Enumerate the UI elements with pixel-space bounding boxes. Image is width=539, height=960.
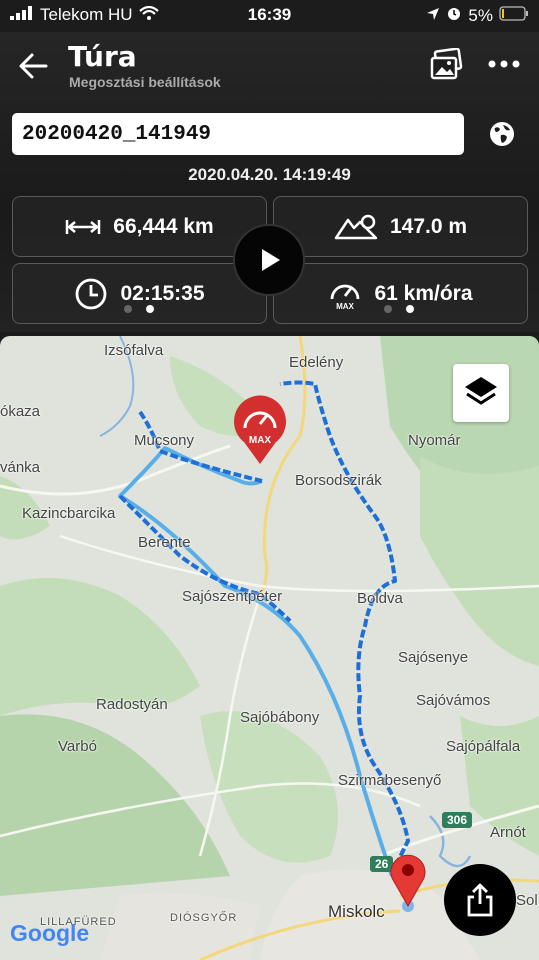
place-label: Sajósenye xyxy=(398,649,469,666)
page-dot[interactable] xyxy=(384,305,392,313)
place-label: Kazincbarcika xyxy=(22,505,116,522)
photo-icon xyxy=(430,47,463,80)
track-datetime: 2020.04.20. 14:19:49 xyxy=(188,165,351,184)
status-bar: Telekom HU 16:39 5% xyxy=(0,0,539,32)
layers-icon xyxy=(465,377,497,405)
place-label: Miskolc xyxy=(328,902,385,921)
place-label: Borsodszirák xyxy=(295,472,382,489)
page-dot[interactable] xyxy=(124,305,132,313)
place-label: DIÓSGYŐR xyxy=(170,912,238,924)
place-label: Berente xyxy=(138,534,191,551)
location-arrow-icon xyxy=(426,6,440,26)
end-location-pin-icon[interactable] xyxy=(386,848,430,914)
back-arrow-icon xyxy=(19,53,48,79)
speedometer-icon: MAX xyxy=(331,284,360,311)
page-dot-active[interactable] xyxy=(146,305,154,313)
place-label: ókaza xyxy=(0,403,41,420)
elevation-value: 147.0 m xyxy=(389,214,468,238)
place-label: Sajóbábony xyxy=(240,709,320,726)
google-attribution-logo: Google xyxy=(10,920,89,947)
duration-value: 02:15:35 xyxy=(120,281,205,305)
distance-stat: 66,444 km xyxy=(12,196,267,257)
track-name-input[interactable] xyxy=(12,113,464,155)
google-logo-text: Google xyxy=(10,920,90,946)
place-label: Szirmabesenyő xyxy=(338,772,442,789)
visibility-globe-button[interactable] xyxy=(486,118,518,150)
route-map[interactable]: Izsófalva Edelény ókaza Mucsony Nyomár v… xyxy=(0,336,539,960)
battery-label: 5% xyxy=(468,5,493,25)
clock-icon xyxy=(76,278,107,309)
place-label: Mucsony xyxy=(134,432,195,449)
place-label: Edelény xyxy=(289,354,344,371)
place-label: Sajópálfala xyxy=(446,738,521,755)
battery-icon xyxy=(499,5,529,26)
duration-stat: 02:15:35 xyxy=(12,263,267,324)
place-label: Sajóvámos xyxy=(416,692,491,709)
max-marker-label: MAX xyxy=(249,435,272,446)
distance-value: 66,444 km xyxy=(113,214,214,238)
share-button[interactable] xyxy=(444,864,516,936)
photo-button[interactable] xyxy=(428,47,464,82)
duration-page-dots xyxy=(124,305,154,313)
place-label: Arnót xyxy=(490,824,526,841)
speed-page-dots xyxy=(384,305,414,313)
max-label: MAX xyxy=(337,302,355,311)
status-right: 5% xyxy=(426,5,529,26)
carrier-label: Telekom HU xyxy=(40,5,133,24)
play-button[interactable] xyxy=(233,224,305,296)
status-left: Telekom HU xyxy=(10,5,159,25)
max-speed-value: 61 km/óra xyxy=(374,281,473,305)
back-button[interactable] xyxy=(14,46,54,86)
globe-icon xyxy=(490,122,514,146)
page-dot-active[interactable] xyxy=(406,305,414,313)
play-icon xyxy=(262,249,280,271)
place-label: Radostyán xyxy=(96,696,168,713)
mountain-icon xyxy=(334,214,378,239)
max-speed-stat: MAX 61 km/óra xyxy=(273,263,528,324)
page-title: Túra xyxy=(68,40,137,73)
more-options-button[interactable] xyxy=(486,52,522,76)
distance-icon xyxy=(66,219,101,234)
place-label: Nyomár xyxy=(408,432,461,449)
elevation-stat: 147.0 m xyxy=(273,196,528,257)
place-label: Izsófalva xyxy=(104,342,164,359)
map-layers-button[interactable] xyxy=(453,364,509,422)
road-number-badge: 306 xyxy=(442,812,473,828)
wifi-icon xyxy=(138,5,159,25)
place-label: Sajószentpéter xyxy=(182,588,283,605)
more-dots-icon xyxy=(488,60,520,68)
max-speed-marker-icon[interactable]: MAX xyxy=(230,394,290,466)
signal-icon xyxy=(10,5,34,25)
place-label: Boldva xyxy=(357,590,403,607)
share-icon xyxy=(467,883,493,917)
page-subtitle[interactable]: Megosztási beállítások xyxy=(69,74,221,90)
place-label: Sol xyxy=(516,892,538,909)
alarm-icon xyxy=(446,5,462,26)
place-label: Varbó xyxy=(58,738,97,755)
place-label: vánka xyxy=(0,459,41,476)
